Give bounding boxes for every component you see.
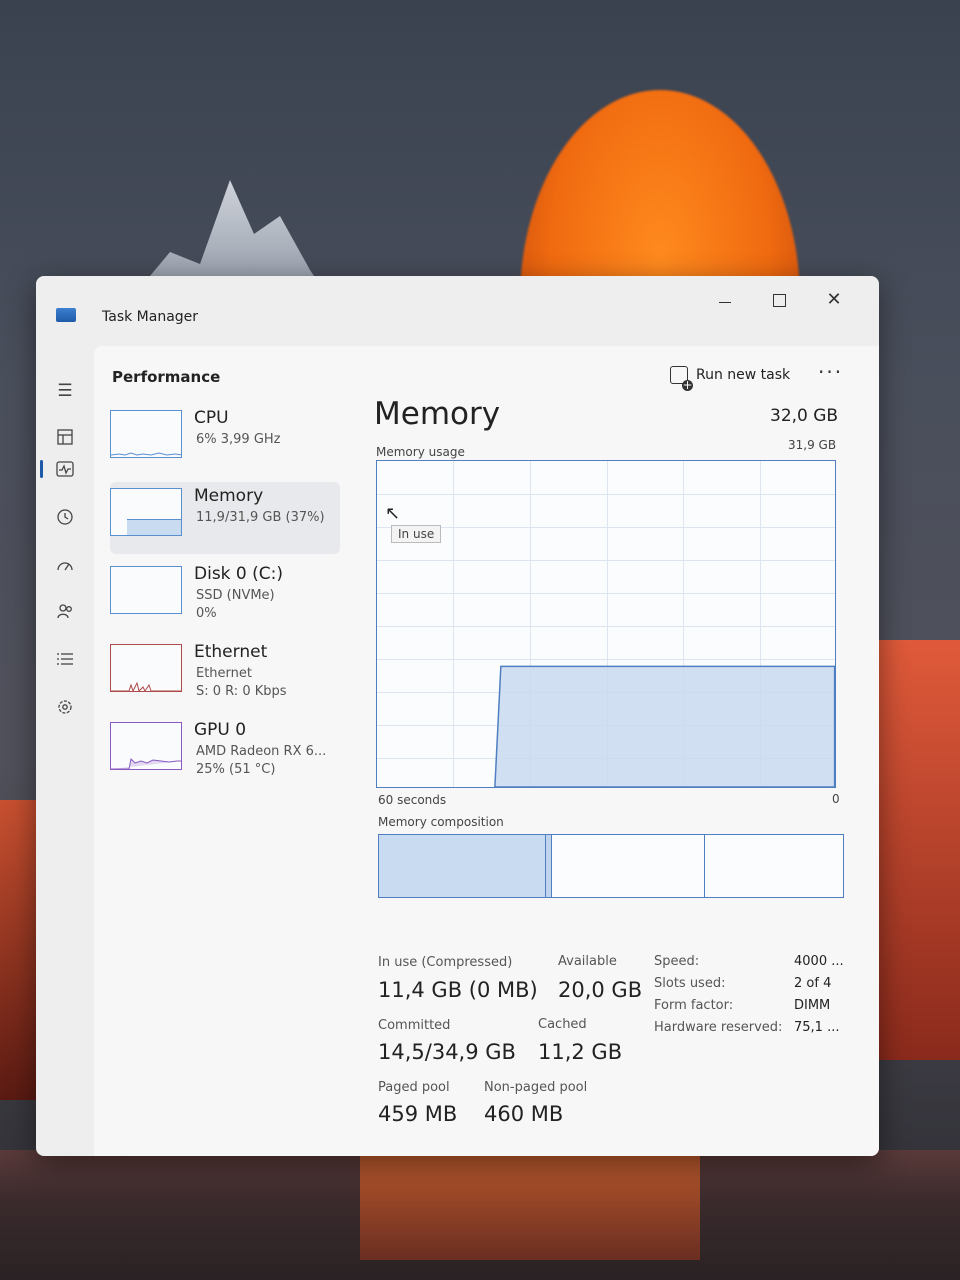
gpu-label: GPU 0 [194,720,247,740]
details-icon[interactable] [50,644,80,674]
committed-label: Committed [378,1018,451,1033]
wallpaper-rock-left [0,800,40,1100]
memory-usage-area [494,665,835,787]
hamburger-menu-icon[interactable]: ☰ [50,376,80,406]
memory-usage-text: 11,9/31,9 GB (37%) [196,510,325,525]
services-icon[interactable] [50,692,80,722]
spec-form-factor-value: DIMM [794,998,831,1013]
memory-mini-fill [127,519,181,535]
processes-icon[interactable] [50,422,80,452]
memory-total: 32,0 GB [770,406,839,426]
cached-label: Cached [538,1017,587,1032]
resource-item-disk[interactable]: Disk 0 (C:) SSD (NVMe) 0% [110,560,340,632]
cpu-label: CPU [194,408,229,428]
wallpaper-canyon-glow [360,1150,700,1260]
resource-item-cpu[interactable]: CPU 6% 3,99 GHz [110,404,340,476]
task-manager-window: Task Manager ✕ ☰ Performance + Run new t… [36,276,879,1156]
task-manager-app-icon [56,308,76,322]
more-options-button[interactable]: ··· [818,360,843,384]
memory-title: Memory [374,396,501,432]
composition-free-segment[interactable] [705,835,843,897]
ethernet-adapter-text: Ethernet [196,666,252,681]
memory-usage-series [494,665,835,787]
startup-apps-icon[interactable] [50,550,80,580]
app-history-icon[interactable] [50,502,80,532]
in-use-tooltip: In use [391,525,442,543]
resource-item-memory[interactable]: Memory 11,9/31,9 GB (37%) [110,482,340,554]
cpu-mini-graph [110,410,182,458]
memory-usage-max: 31,9 GB [788,438,837,452]
spec-hw-reserved-value: 75,1 ... [794,1020,840,1035]
ethernet-mini-graph [110,644,182,692]
memory-usage-graph[interactable]: ↖ In use [376,460,836,788]
disk-label: Disk 0 (C:) [194,564,284,584]
spec-hw-reserved-label: Hardware reserved: [654,1020,783,1035]
performance-page: Performance Run new task ··· CPU 6% 3,99… [94,346,879,1156]
memory-composition-bar[interactable] [378,834,844,898]
ethernet-throughput-text: S: 0 R: 0 Kbps [196,684,287,699]
disk-usage-text: 0% [196,606,217,621]
in-use-label: In use (Compressed) [378,955,513,970]
memory-label: Memory [194,486,264,506]
spec-speed-label: Speed: [654,954,700,969]
resource-item-gpu[interactable]: GPU 0 AMD Radeon RX 6... 25% (51 °C) [110,716,340,788]
nav-selected-indicator [40,460,43,478]
gpu-usage-text: 25% (51 °C) [196,762,276,777]
available-value: 20,0 GB [558,978,643,1002]
title-bar[interactable]: Task Manager ✕ [36,276,879,340]
close-button[interactable]: ✕ [811,284,857,316]
paged-pool-label: Paged pool [378,1080,450,1095]
spec-slots-value: 2 of 4 [794,976,832,991]
disk-mini-graph [110,566,182,614]
resource-item-ethernet[interactable]: Ethernet Ethernet S: 0 R: 0 Kbps [110,638,340,710]
disk-type-text: SSD (NVMe) [196,588,275,603]
mouse-cursor-icon: ↖ [385,503,401,524]
composition-in-use-segment[interactable] [379,835,547,897]
nonpaged-pool-value: 460 MB [484,1102,564,1126]
minimize-button[interactable] [702,284,748,316]
maximize-button[interactable] [756,284,802,316]
committed-value: 14,5/34,9 GB [378,1040,516,1064]
users-icon[interactable] [50,596,80,626]
spec-slots-label: Slots used: [654,976,726,991]
gpu-model-text: AMD Radeon RX 6... [196,744,327,759]
gpu-mini-graph [110,722,182,770]
cpu-usage-text: 6% 3,99 GHz [196,432,281,447]
memory-mini-graph [110,488,182,536]
window-title: Task Manager [102,309,199,325]
in-use-value: 11,4 GB (0 MB) [378,978,538,1002]
page-title: Performance [112,368,221,386]
run-new-task-label: Run new task [696,367,791,383]
graph-axis-left-label: 60 seconds [378,793,447,807]
memory-usage-label: Memory usage [376,445,465,459]
nav-rail: ☰ [36,340,94,1156]
nonpaged-pool-label: Non-paged pool [484,1080,588,1095]
available-label: Available [558,954,617,969]
resource-list: CPU 6% 3,99 GHz Memory 11,9/31,9 GB (37%… [110,404,340,794]
graph-axis-right-label: 0 [832,792,840,806]
ethernet-label: Ethernet [194,642,268,662]
performance-icon[interactable] [50,454,80,484]
memory-composition-label: Memory composition [378,815,504,829]
paged-pool-value: 459 MB [378,1102,458,1126]
composition-standby-segment[interactable] [552,835,706,897]
cached-value: 11,2 GB [538,1040,623,1064]
run-task-icon [670,366,693,391]
spec-form-factor-label: Form factor: [654,998,734,1013]
spec-speed-value: 4000 ... [794,954,844,969]
run-new-task-button[interactable]: Run new task [670,360,791,391]
